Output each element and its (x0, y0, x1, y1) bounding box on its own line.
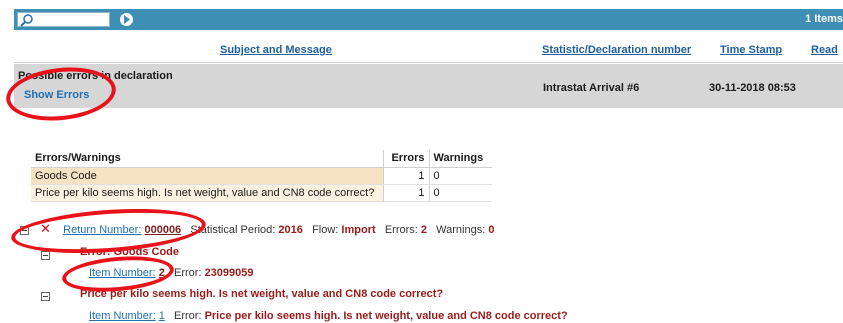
collapse-toggle-price-per-kilo[interactable] (41, 292, 50, 301)
error-label: Error: (174, 267, 202, 279)
return-line: ✕ Return Number: 000006 Statistical Peri… (40, 221, 494, 237)
message-list-header: Subject and Message Statistic/Declaratio… (14, 38, 843, 63)
collapse-toggle-return[interactable] (20, 226, 29, 235)
item-number-label[interactable]: Item Number: (89, 310, 156, 322)
column-time-stamp[interactable]: Time Stamp (720, 44, 782, 56)
item-line-goods-code: Item Number: 2 Error: 23099059 (89, 267, 254, 279)
play-arrow-icon (124, 15, 130, 24)
flow-value: Import (341, 224, 376, 236)
group-price-per-kilo-title: Price per kilo seems high. Is net weight… (80, 288, 443, 300)
item-number-link[interactable]: 1 (159, 310, 165, 322)
statistical-period-value: 2016 (278, 224, 303, 236)
error-label: Error: (174, 310, 202, 322)
row-warnings: 0 (428, 167, 492, 185)
return-number-link[interactable]: 000006 (144, 224, 181, 236)
message-statistic: Intrastat Arrival #6 (543, 82, 640, 94)
show-errors-link[interactable]: Show Errors (24, 89, 89, 101)
group-title: Error: Goods Code (80, 246, 180, 258)
table-header-errors: Errors (382, 150, 429, 168)
message-row[interactable]: Possible errors in declaration Show Erro… (14, 64, 843, 108)
column-read[interactable]: Read (811, 44, 838, 56)
items-count: 1 Items (805, 13, 843, 25)
group-goods-code-title: Error: Goods Code (80, 246, 179, 258)
search-icon (20, 14, 33, 27)
warnings-count: 0 (488, 224, 495, 236)
errors-count: 2 (420, 224, 427, 236)
row-errors: 1 (382, 184, 429, 202)
toolbar: 1 Items (14, 9, 843, 30)
table-row: Goods Code 1 0 (31, 167, 492, 185)
table-header-name: Errors/Warnings (31, 150, 383, 168)
errors-label: Errors: (384, 224, 418, 236)
error-x-icon: ✕ (40, 221, 51, 236)
row-warnings: 0 (428, 184, 492, 202)
warnings-label: Warnings: (436, 224, 486, 236)
collapse-toggle-goods-code[interactable] (41, 251, 50, 260)
item-number-link[interactable]: 2 (159, 267, 165, 279)
item-line-price-per-kilo: Item Number: 1 Error: Price per kilo see… (89, 310, 568, 322)
table-row: Price per kilo seems high. Is net weight… (31, 184, 492, 202)
item-number-label[interactable]: Item Number: (89, 267, 156, 279)
row-name: Goods Code (31, 167, 383, 185)
search-go-button[interactable] (120, 13, 133, 26)
statistical-period-label: Statistical Period: (190, 224, 276, 236)
group-title: Price per kilo seems high. Is net weight… (80, 288, 444, 300)
column-statistic[interactable]: Statistic/Declaration number (542, 44, 691, 56)
error-value: 23099059 (204, 267, 254, 279)
error-value: Price per kilo seems high. Is net weight… (204, 310, 568, 322)
return-number-label[interactable]: Return Number: (63, 224, 141, 236)
message-subject: Possible errors in declaration (18, 70, 173, 82)
errors-warnings-table: Errors/Warnings Errors Warnings Goods Co… (31, 150, 492, 202)
search-input[interactable] (17, 12, 110, 27)
row-errors: 1 (382, 167, 429, 185)
column-subject[interactable]: Subject and Message (220, 44, 332, 56)
table-header-warnings: Warnings (428, 150, 492, 168)
message-timestamp: 30-11-2018 08:53 (709, 82, 796, 94)
row-name: Price per kilo seems high. Is net weight… (31, 184, 383, 202)
flow-label: Flow: (312, 224, 339, 236)
